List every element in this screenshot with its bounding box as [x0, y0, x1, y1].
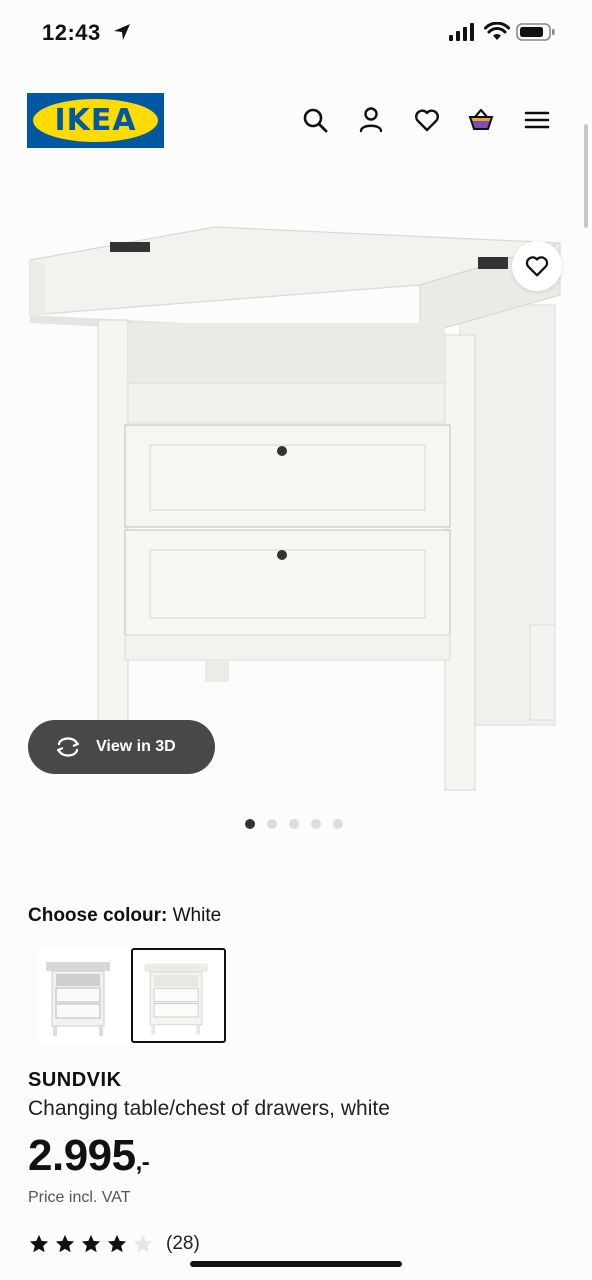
selected-colour: White — [172, 905, 222, 926]
add-to-favourites-button[interactable] — [512, 241, 562, 291]
wifi-icon — [484, 22, 510, 40]
location-arrow-icon — [114, 24, 130, 40]
product-name: SUNDVIK — [28, 1069, 122, 1091]
colour-thumbnail — [144, 963, 208, 1035]
status-bar: 12:43 — [0, 0, 592, 64]
product-price: 2.995,- — [28, 1131, 150, 1181]
pagination-dot[interactable] — [267, 819, 277, 829]
price-vat-note: Price incl. VAT — [28, 1189, 131, 1206]
battery-icon — [516, 23, 555, 41]
view-in-3d-button[interactable]: View in 3D — [28, 720, 215, 774]
heart-icon — [525, 256, 549, 277]
menu-icon[interactable] — [523, 106, 551, 134]
product-description: Changing table/chest of drawers, white — [28, 1097, 390, 1120]
home-indicator[interactable] — [190, 1261, 402, 1267]
star-filled-icon — [107, 1234, 127, 1253]
pagination-dot[interactable] — [289, 819, 299, 829]
colour-option-white[interactable] — [131, 948, 226, 1043]
colour-thumbnail — [46, 962, 110, 1036]
colour-selector-label: Choose colour: White — [28, 905, 221, 927]
pagination-dot[interactable] — [245, 819, 255, 829]
cellular-signal-icon — [449, 23, 474, 41]
search-icon[interactable] — [301, 106, 329, 134]
heart-icon[interactable] — [413, 106, 441, 134]
star-filled-icon — [29, 1234, 49, 1253]
colour-option-grey-white[interactable] — [38, 948, 133, 1043]
star-empty-icon — [133, 1234, 153, 1253]
price-suffix: ,- — [135, 1149, 150, 1176]
image-pagination — [245, 819, 343, 829]
price-value: 2.995 — [28, 1131, 136, 1180]
view-in-3d-label: View in 3D — [96, 738, 176, 755]
basket-icon[interactable] — [467, 106, 495, 134]
colour-label: Choose colour: — [28, 905, 168, 926]
user-icon[interactable] — [357, 106, 385, 134]
rotate-3d-icon — [56, 737, 80, 757]
star-filled-icon — [81, 1234, 101, 1253]
pagination-dot[interactable] — [311, 819, 321, 829]
ikea-logo[interactable]: IKEA — [27, 93, 164, 148]
product-rating[interactable]: (28) — [28, 1233, 200, 1255]
pagination-dot[interactable] — [333, 819, 343, 829]
review-count: (28) — [166, 1233, 200, 1254]
product-image[interactable] — [0, 205, 592, 805]
logo-text: IKEA — [54, 103, 137, 138]
star-filled-icon — [55, 1234, 75, 1253]
status-time: 12:43 — [42, 20, 101, 45]
